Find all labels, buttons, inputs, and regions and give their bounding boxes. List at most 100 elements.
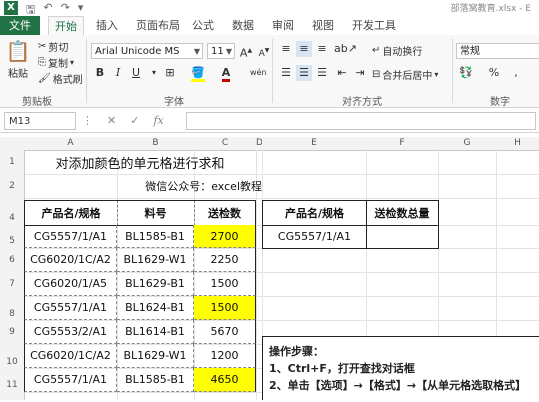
fill-color-icon[interactable]: 🪣 xyxy=(190,65,206,82)
merge-center-button[interactable]: ⊟ 合并后居中 ▾ xyxy=(372,67,438,82)
table-cell[interactable]: 1500 xyxy=(194,296,256,320)
row-header-10[interactable]: 10 xyxy=(0,344,25,368)
table-cell[interactable]: CG6020/1C/A2 xyxy=(24,344,117,368)
column-header-b[interactable]: B xyxy=(117,137,194,151)
header-product[interactable]: 产品名/规格 xyxy=(24,200,118,226)
name-box[interactable]: M13 xyxy=(4,112,76,130)
align-right-icon[interactable]: ☰ xyxy=(314,65,330,81)
italic-button[interactable]: I xyxy=(110,65,126,81)
copy-button[interactable]: ⎘ 复制 ▾ xyxy=(38,55,74,70)
row-header-6[interactable]: 6 xyxy=(0,248,25,272)
align-middle-icon[interactable]: ≡ xyxy=(296,41,312,57)
enter-icon[interactable]: ✓ xyxy=(130,114,139,127)
row-header-7[interactable]: 7 xyxy=(0,272,25,296)
paste-button[interactable]: 📋 粘贴 xyxy=(6,39,31,80)
clipboard-group-label: 剪贴板 xyxy=(22,97,52,108)
table-cell[interactable]: CG5557/1/A1 xyxy=(24,368,117,392)
font-color-icon[interactable]: A xyxy=(218,65,234,82)
format-painter-button[interactable]: 🖌 格式刷 xyxy=(38,71,83,86)
tab-review[interactable]: 审阅 xyxy=(272,16,294,35)
sheet-title[interactable]: 对添加颜色的单元格进行求和 xyxy=(24,150,256,174)
align-bottom-icon[interactable]: ≡ xyxy=(314,41,330,57)
font-name-combo[interactable]: Arial Unicode MS ▼ xyxy=(91,43,203,59)
number-group-label: 数字 xyxy=(490,97,510,108)
header-qty[interactable]: 送检数 xyxy=(194,200,256,226)
bold-button[interactable]: B xyxy=(92,65,108,81)
tab-view[interactable]: 视图 xyxy=(312,16,334,35)
cut-button[interactable]: ✂ 剪切 xyxy=(38,39,68,54)
font-size-combo[interactable]: 11 ▼ xyxy=(207,43,235,59)
window-title: 部落窝教育.xlsx - E xyxy=(450,4,531,14)
table-cell[interactable]: CG5557/1/A1 xyxy=(24,225,117,248)
header-part[interactable]: 料号 xyxy=(117,200,195,226)
percent-icon[interactable]: % xyxy=(486,65,502,81)
orientation-icon[interactable]: ab↗ xyxy=(334,41,357,57)
table-cell[interactable]: BL1585-B1 xyxy=(117,225,194,248)
table-cell[interactable]: BL1624-B1 xyxy=(117,296,194,320)
formula-bar: M13 ⋮ ✕ ✓ fx xyxy=(0,110,539,133)
row-header-1[interactable]: 1 xyxy=(0,150,25,174)
underline-button[interactable]: U xyxy=(128,65,144,81)
increase-indent-icon[interactable]: ⇥ xyxy=(352,65,368,81)
summary-cell-total[interactable] xyxy=(366,225,439,249)
table-cell[interactable]: 1200 xyxy=(194,344,256,368)
wrap-text-button[interactable]: ↵ 自动换行 xyxy=(372,43,422,58)
currency-icon[interactable]: 💱 xyxy=(458,65,474,81)
table-cell[interactable]: 1500 xyxy=(194,272,256,296)
underline-dropdown-icon[interactable]: ▾ xyxy=(146,65,162,81)
align-top-icon[interactable]: ≡ xyxy=(278,41,294,57)
column-header-g[interactable]: G xyxy=(438,137,496,151)
insert-function-icon[interactable]: fx xyxy=(153,114,163,127)
table-cell[interactable]: 2250 xyxy=(194,248,256,272)
cancel-icon[interactable]: ✕ xyxy=(107,114,116,127)
table-cell[interactable]: BL1629-W1 xyxy=(117,344,194,368)
align-center-icon[interactable]: ☰ xyxy=(296,65,312,81)
table-cell[interactable]: 2700 xyxy=(194,225,256,248)
sheet-subtitle[interactable]: 微信公众号：excel教程 xyxy=(117,174,262,198)
column-header-e[interactable]: E xyxy=(262,137,366,151)
align-left-icon[interactable]: ☰ xyxy=(278,65,294,81)
summary-header-product[interactable]: 产品名/规格 xyxy=(262,200,367,226)
formula-buttons: ⋮ ✕ ✓ fx xyxy=(82,114,164,127)
summary-cell-product[interactable]: CG5557/1/A1 xyxy=(262,225,367,249)
row-header-9[interactable]: 9 xyxy=(0,320,25,344)
tab-home[interactable]: 开始 xyxy=(48,16,84,37)
decrease-font-icon[interactable]: A▼ xyxy=(256,43,272,59)
column-header-c[interactable]: C xyxy=(194,137,256,151)
column-header-a[interactable]: A xyxy=(24,137,117,151)
table-cell[interactable]: BL1629-W1 xyxy=(117,248,194,272)
select-all-corner[interactable] xyxy=(0,137,25,151)
table-cell[interactable]: CG6020/1C/A2 xyxy=(24,248,117,272)
scissors-icon: ✂ xyxy=(38,41,47,52)
column-header-f[interactable]: F xyxy=(366,137,438,151)
table-cell[interactable]: CG6020/1/A5 xyxy=(24,272,117,296)
table-cell[interactable]: 4650 xyxy=(194,368,256,392)
table-cell[interactable]: BL1585-B1 xyxy=(117,368,194,392)
increase-font-icon[interactable]: A▲ xyxy=(238,43,254,60)
tab-file[interactable]: 文件 xyxy=(0,16,40,35)
tab-developer[interactable]: 开发工具 xyxy=(352,16,396,35)
table-cell[interactable]: 5670 xyxy=(194,320,256,344)
formula-input[interactable] xyxy=(186,112,536,130)
tab-formulas[interactable]: 公式 xyxy=(192,16,214,35)
table-cell[interactable]: BL1629-B1 xyxy=(117,272,194,296)
row-header-8[interactable]: 8 xyxy=(0,296,25,320)
row-header-11[interactable]: 11 xyxy=(0,368,25,400)
steps-textbox[interactable]: 操作步骤： 1、Ctrl+F，打开查找对话框 2、单击【选项】→【格式】→【从单… xyxy=(262,336,539,400)
table-cell[interactable]: CG5553/2/A1 xyxy=(24,320,117,344)
number-format-combo[interactable]: 常规 xyxy=(456,43,539,59)
phonetic-icon[interactable]: wén xyxy=(250,65,267,81)
row-header-2[interactable]: 2 xyxy=(0,174,25,198)
decrease-indent-icon[interactable]: ⇤ xyxy=(334,65,350,81)
tab-page-layout[interactable]: 页面布局 xyxy=(136,16,180,35)
tab-insert[interactable]: 插入 xyxy=(96,16,118,35)
table-cell[interactable]: CG5557/1/A1 xyxy=(24,296,117,320)
row-header-4[interactable]: 4 xyxy=(0,198,25,225)
row-header-5[interactable]: 5 xyxy=(0,225,25,248)
column-header-h[interactable]: H xyxy=(496,137,539,151)
tab-data[interactable]: 数据 xyxy=(232,16,254,35)
table-cell[interactable]: BL1614-B1 xyxy=(117,320,194,344)
comma-style-icon[interactable]: , xyxy=(508,65,524,81)
summary-header-total[interactable]: 送检数总量 xyxy=(366,200,439,226)
borders-icon[interactable]: ⊞ xyxy=(162,65,178,81)
